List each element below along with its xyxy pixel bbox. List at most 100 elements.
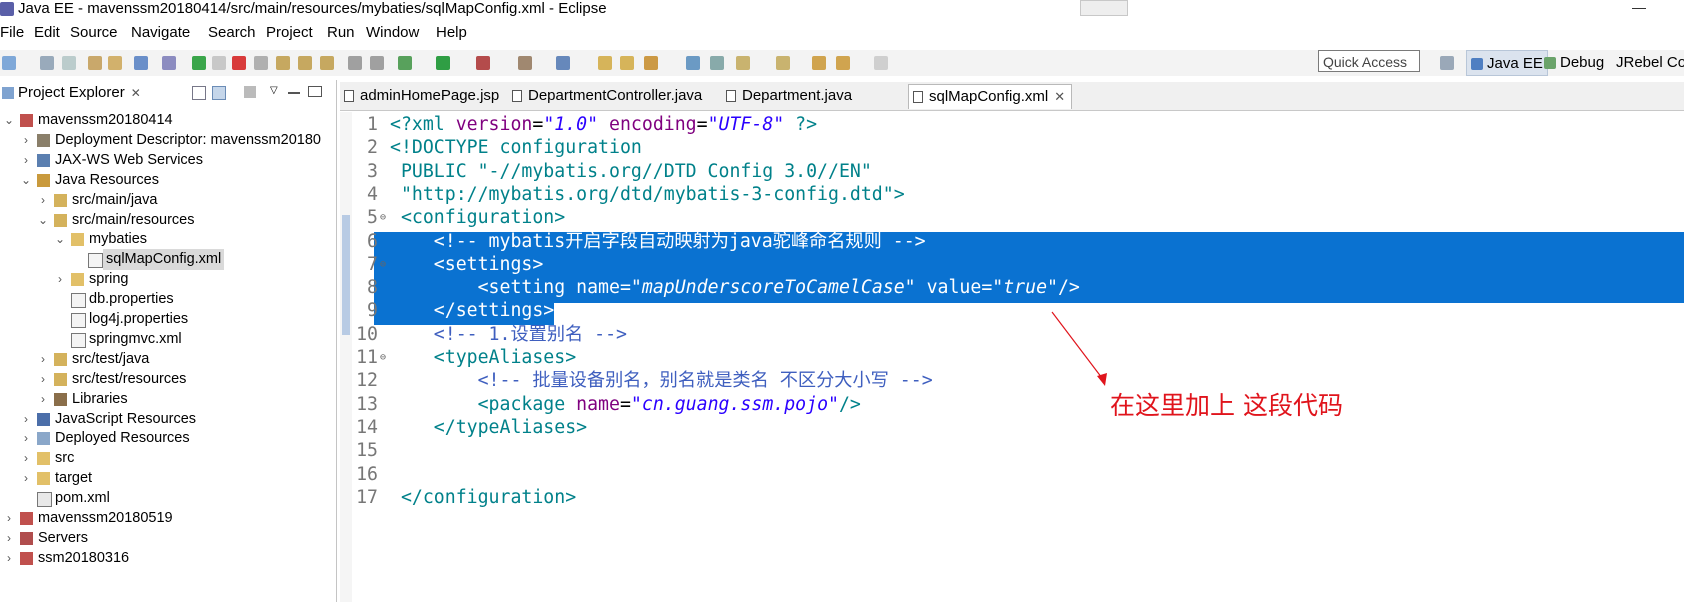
menu-edit[interactable]: Edit (34, 22, 60, 44)
tree-item[interactable]: › JAX-WS Web Services (0, 150, 336, 171)
forward-icon[interactable] (874, 56, 888, 70)
tree-item[interactable]: › Deployed Resources (0, 428, 336, 449)
expand-arrow-icon[interactable]: › (21, 448, 31, 469)
fold-toggle-icon[interactable]: ⊖ (380, 252, 390, 277)
tree-item[interactable]: log4j.properties (0, 309, 336, 330)
step-return-icon[interactable] (320, 56, 334, 70)
tab-departmentcontroller-java[interactable]: DepartmentController.java (508, 84, 702, 108)
expand-arrow-icon[interactable]: › (38, 349, 48, 370)
expand-arrow-icon[interactable]: › (4, 528, 14, 549)
fold-toggle-icon[interactable]: ⊖ (380, 205, 390, 230)
tab-department-java[interactable]: Department.java (722, 84, 852, 108)
tree-item[interactable]: springmvc.xml (0, 329, 336, 350)
close-icon[interactable]: ✕ (1054, 89, 1065, 104)
tree-item[interactable]: › JavaScript Resources (0, 409, 336, 430)
tree-item[interactable]: › mavenssm20180519 (0, 508, 336, 529)
tab-adminhomepage-jsp[interactable]: adminHomePage.jsp (340, 84, 499, 108)
tree-item[interactable]: sqlMapConfig.xml (0, 249, 336, 271)
expand-arrow-icon[interactable]: › (55, 269, 65, 290)
collapse-all-icon[interactable] (192, 86, 206, 100)
tree-item[interactable]: › Servers (0, 528, 336, 549)
new-class-icon[interactable] (556, 56, 570, 70)
open-folder-icon[interactable] (598, 56, 612, 70)
tree-item[interactable]: › src (0, 448, 336, 469)
perspective-java-ee[interactable]: Java EE (1466, 50, 1548, 76)
tree-item[interactable]: ⌄ src/main/resources (0, 210, 336, 231)
use-step-filters-icon[interactable] (348, 56, 362, 70)
fold-toggle-icon[interactable]: ⊖ (380, 345, 390, 370)
expand-arrow-icon[interactable]: › (4, 548, 14, 569)
skip-breakpoints-icon[interactable] (162, 56, 176, 70)
tree-item[interactable]: pom.xml (0, 488, 336, 509)
minimize-view-icon[interactable] (288, 86, 300, 94)
expand-arrow-icon[interactable]: › (38, 369, 48, 390)
menu-window[interactable]: Window (366, 22, 419, 44)
globe-icon[interactable] (686, 56, 700, 70)
perspective-jrebel[interactable]: JRebel Co (1616, 50, 1684, 76)
tree-item[interactable]: ⌄ Java Resources (0, 170, 336, 191)
project-explorer-tab[interactable]: Project Explorer ✕ (2, 82, 141, 104)
link-with-editor-icon[interactable] (212, 86, 226, 100)
view-menu-icon[interactable]: ▽ (270, 86, 282, 98)
tree-item[interactable]: › src/test/java (0, 349, 336, 370)
tree-item[interactable]: ⌄ mybaties (0, 229, 336, 250)
step-into-icon[interactable] (276, 56, 290, 70)
open-perspective-icon[interactable] (1440, 56, 1454, 70)
expand-arrow-icon[interactable]: › (21, 409, 31, 430)
collapse-arrow-icon[interactable]: ⌄ (55, 229, 65, 250)
menu-source[interactable]: Source (70, 22, 118, 44)
tree-item[interactable]: ⌄ mavenssm20180414 (0, 110, 336, 131)
expand-arrow-icon[interactable]: › (21, 150, 31, 171)
new-server-icon[interactable] (518, 56, 532, 70)
debug-icon[interactable] (398, 56, 412, 70)
open-type-icon[interactable] (88, 56, 102, 70)
filters-icon[interactable] (244, 86, 256, 98)
step-over-icon[interactable] (298, 56, 312, 70)
tree-item[interactable]: › src/test/resources (0, 369, 336, 390)
console-icon[interactable] (134, 56, 148, 70)
tree-item[interactable]: › Deployment Descriptor: mavenssm20180 (0, 130, 336, 151)
expand-arrow-icon[interactable]: › (38, 389, 48, 410)
sync-icon[interactable] (710, 56, 724, 70)
expand-arrow-icon[interactable]: › (21, 428, 31, 449)
expand-arrow-icon[interactable]: › (4, 508, 14, 529)
annotation-prev-icon[interactable] (776, 56, 790, 70)
drop-to-frame-icon[interactable] (370, 56, 384, 70)
resume-icon[interactable] (192, 56, 206, 70)
menu-file[interactable]: File (0, 22, 24, 44)
window-layout-icon[interactable] (1080, 0, 1128, 16)
back-icon[interactable] (836, 56, 850, 70)
tree-item[interactable]: db.properties (0, 289, 336, 310)
collapse-arrow-icon[interactable]: ⌄ (4, 110, 14, 131)
tree-item[interactable]: › target (0, 468, 336, 489)
open-resource-icon[interactable] (108, 56, 122, 70)
menu-run[interactable]: Run (327, 22, 355, 44)
close-icon[interactable]: ✕ (131, 86, 141, 100)
terminate-icon[interactable] (232, 56, 246, 70)
run-icon[interactable] (436, 56, 450, 70)
menu-help[interactable]: Help (436, 22, 467, 44)
menu-search[interactable]: Search (208, 22, 256, 44)
last-edit-icon[interactable] (812, 56, 826, 70)
collapse-arrow-icon[interactable]: ⌄ (21, 170, 31, 191)
tree-item[interactable]: › ssm20180316 (0, 548, 336, 569)
suspend-icon[interactable] (212, 56, 226, 70)
maximize-view-icon[interactable] (308, 86, 322, 97)
edit-icon[interactable] (644, 56, 658, 70)
tree-item[interactable]: › src/main/java (0, 190, 336, 211)
perspective-debug[interactable]: Debug (1544, 50, 1604, 76)
new-icon[interactable] (2, 56, 16, 70)
menu-navigate[interactable]: Navigate (131, 22, 190, 44)
open-project-icon[interactable] (620, 56, 634, 70)
external-tools-icon[interactable] (476, 56, 490, 70)
collapse-arrow-icon[interactable]: ⌄ (38, 210, 48, 231)
minimize-icon[interactable] (1632, 8, 1646, 9)
code-editor[interactable]: 1 <?xml version="1.0" encoding="UTF-8" ?>… (352, 112, 1684, 602)
tree-item[interactable]: › spring (0, 269, 336, 290)
expand-arrow-icon[interactable]: › (38, 190, 48, 211)
quick-access-input[interactable]: Quick Access (1318, 50, 1420, 72)
menu-project[interactable]: Project (266, 22, 313, 44)
expand-arrow-icon[interactable]: › (21, 468, 31, 489)
tree-item[interactable]: › Libraries (0, 389, 336, 410)
disconnect-icon[interactable] (254, 56, 268, 70)
